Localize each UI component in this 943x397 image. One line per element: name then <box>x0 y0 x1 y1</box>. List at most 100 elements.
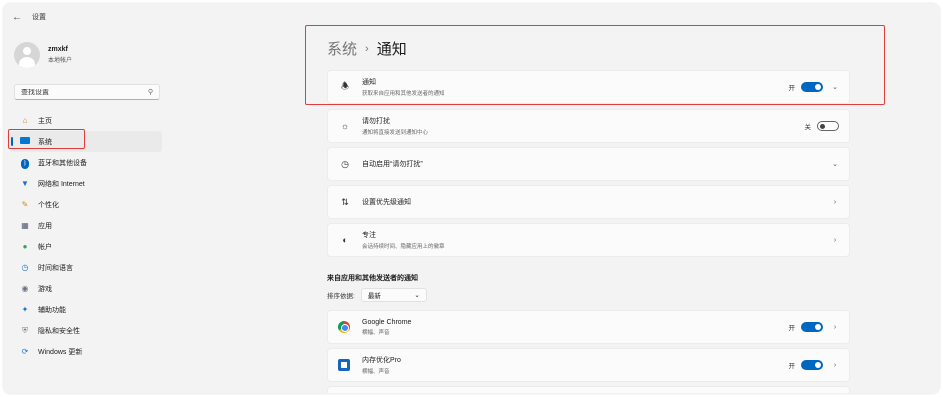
sidebar-item-label: 应用 <box>38 222 52 230</box>
sidebar-item-label: 辅助功能 <box>38 306 66 314</box>
sidebar-item-label: Windows 更新 <box>38 348 83 356</box>
sidebar-item-personalization[interactable]: ✎ 个性化 <box>10 194 162 215</box>
sidebar-item-time-language[interactable]: ◷ 时间和语言 <box>10 257 162 278</box>
home-icon: ⌂ <box>22 115 28 125</box>
toggle-state-label: 开 <box>788 85 796 92</box>
app-subtitle: 横幅、声音 <box>362 369 390 375</box>
account-icon: ● <box>22 241 28 251</box>
chevron-right-icon[interactable]: › <box>831 362 839 369</box>
sidebar-item-system[interactable]: 系统 <box>10 131 162 152</box>
chrome-icon <box>338 321 350 333</box>
search-icon[interactable]: ⚲ <box>148 88 153 96</box>
card-title: 自动启用“请勿打扰” <box>362 161 423 168</box>
sidebar-item-home[interactable]: ⌂ 主页 <box>10 110 162 131</box>
main-content: 系统 › 通知 🕭 通知 获取来自应用和其他发送者的通知 开 ⌄ ☼ 请勿打扰 … <box>322 30 854 393</box>
chevron-down-icon[interactable]: ⌄ <box>831 83 839 91</box>
sort-value: 最新 <box>367 293 381 300</box>
sidebar-item-label: 时间和语言 <box>38 264 73 272</box>
focus-card[interactable]: ◐ 专注 会话持续时间、隐藏应用上的徽章 › <box>327 223 850 257</box>
chevron-right-icon[interactable]: › <box>831 324 839 331</box>
chevron-down-icon[interactable]: ⌄ <box>831 160 839 168</box>
globe-clock-icon: ◷ <box>21 262 29 272</box>
app-name: 内存优化Pro <box>362 357 401 364</box>
auto-dnd-card[interactable]: ◷ 自动启用“请勿打扰” ⌄ <box>327 147 850 181</box>
back-arrow-icon[interactable]: ← <box>6 12 28 23</box>
search-input[interactable] <box>21 88 131 96</box>
do-not-disturb-icon: ☼ <box>340 121 350 131</box>
app-notification-row[interactable]: Google Chrome 横幅、声音 开 › <box>327 310 850 344</box>
sort-control: 排序依据: 最新 ⌄ <box>327 288 427 302</box>
card-subtitle: 通知将直接发送到通知中心 <box>362 130 429 136</box>
avatar <box>14 42 40 68</box>
chevron-right-icon[interactable]: › <box>831 237 839 244</box>
notifications-card[interactable]: 🕭 通知 获取来自应用和其他发送者的通知 开 ⌄ <box>327 70 850 104</box>
sidebar: zmxkf 本地帐户 ⚲ ⌂ 主页 系统 ᛒ 蓝牙和其他设备 ▼ 网络和 <box>4 30 164 393</box>
bluetooth-icon: ᛒ <box>20 158 30 169</box>
priority-notifications-card[interactable]: ⇅ 设置优先级通知 › <box>327 185 850 219</box>
card-title: 通知 <box>362 79 376 86</box>
system-icon <box>20 136 30 147</box>
gamepad-icon: ◉ <box>21 283 29 293</box>
bell-icon: 🕭 <box>340 81 350 91</box>
settings-window: ← 设置 zmxkf 本地帐户 ⚲ ⌂ 主页 系统 ᛒ <box>4 4 939 393</box>
breadcrumb-parent[interactable]: 系统 <box>327 38 357 59</box>
sidebar-item-apps[interactable]: ▦ 应用 <box>10 215 162 236</box>
chrome-notifications-toggle[interactable] <box>801 322 823 332</box>
card-subtitle: 会话持续时间、隐藏应用上的徽章 <box>362 244 445 250</box>
sidebar-item-label: 游戏 <box>38 285 52 293</box>
toggle-state-label: 开 <box>788 325 796 332</box>
focus-icon: ◐ <box>342 235 348 245</box>
sidebar-item-network[interactable]: ▼ 网络和 Internet <box>10 173 162 194</box>
user-profile[interactable]: zmxkf 本地帐户 <box>14 42 72 68</box>
user-account-type: 本地帐户 <box>48 58 73 64</box>
toggle-state-label: 关 <box>804 124 812 131</box>
shield-icon: ⛨ <box>22 325 28 335</box>
sidebar-item-label: 蓝牙和其他设备 <box>38 159 87 167</box>
sidebar-item-label: 个性化 <box>38 201 59 209</box>
sidebar-item-label: 隐私和安全性 <box>38 327 80 335</box>
brush-icon: ✎ <box>21 199 29 209</box>
sidebar-item-privacy[interactable]: ⛨ 隐私和安全性 <box>10 320 162 341</box>
sidebar-nav: ⌂ 主页 系统 ᛒ 蓝牙和其他设备 ▼ 网络和 Internet ✎ 个性化 ▦ <box>10 110 162 362</box>
notifications-toggle[interactable] <box>801 82 823 92</box>
breadcrumb-separator-icon: › <box>365 42 369 55</box>
search-box[interactable]: ⚲ <box>14 84 160 100</box>
app-title: 设置 <box>32 14 46 21</box>
sidebar-item-gaming[interactable]: ◉ 游戏 <box>10 278 162 299</box>
title-bar: ← 设置 <box>4 4 304 30</box>
sort-dropdown[interactable]: 最新 ⌄ <box>360 288 427 302</box>
do-not-disturb-card[interactable]: ☼ 请勿打扰 通知将直接发送到通知中心 关 <box>327 109 850 143</box>
breadcrumb: 系统 › 通知 <box>327 38 407 59</box>
memory-optimizer-icon <box>338 359 350 371</box>
page-title: 通知 <box>376 41 407 58</box>
accessibility-icon: ✦ <box>21 304 29 314</box>
sidebar-item-label: 网络和 Internet <box>38 180 85 188</box>
sidebar-item-windows-update[interactable]: ⟳ Windows 更新 <box>10 341 162 362</box>
sidebar-item-label: 主页 <box>38 117 52 125</box>
app-subtitle: 横幅、声音 <box>362 329 390 336</box>
network-icon: ▼ <box>21 178 29 188</box>
clock-icon: ◷ <box>341 158 349 169</box>
toggle-state-label: 开 <box>788 363 796 370</box>
app-notification-row[interactable]: 内存优化Pro 横幅、声音 开 › <box>327 348 850 382</box>
card-title: 专注 <box>362 232 376 239</box>
chevron-down-icon: ⌄ <box>414 292 420 299</box>
sidebar-item-label: 系统 <box>38 138 52 146</box>
update-icon: ⟳ <box>21 346 29 356</box>
card-subtitle: 获取来自应用和其他发送者的通知 <box>362 91 445 97</box>
chevron-right-icon[interactable]: › <box>831 199 839 206</box>
apps-section-title: 来自应用和其他发送者的通知 <box>327 275 418 282</box>
sidebar-item-accounts[interactable]: ● 帐户 <box>10 236 162 257</box>
card-title: 设置优先级通知 <box>362 199 411 206</box>
sort-arrows-icon: ⇅ <box>341 196 349 207</box>
app-name: Google Chrome <box>362 318 412 326</box>
sort-label: 排序依据: <box>327 293 355 300</box>
apps-icon: ▦ <box>21 220 29 230</box>
card-title: 请勿打扰 <box>362 118 390 125</box>
do-not-disturb-toggle[interactable] <box>817 121 839 131</box>
app-notification-row-partial[interactable] <box>327 386 850 393</box>
memory-optimizer-notifications-toggle[interactable] <box>801 360 823 370</box>
sidebar-item-accessibility[interactable]: ✦ 辅助功能 <box>10 299 162 320</box>
sidebar-item-bluetooth[interactable]: ᛒ 蓝牙和其他设备 <box>10 152 162 173</box>
sidebar-item-label: 帐户 <box>38 243 52 251</box>
